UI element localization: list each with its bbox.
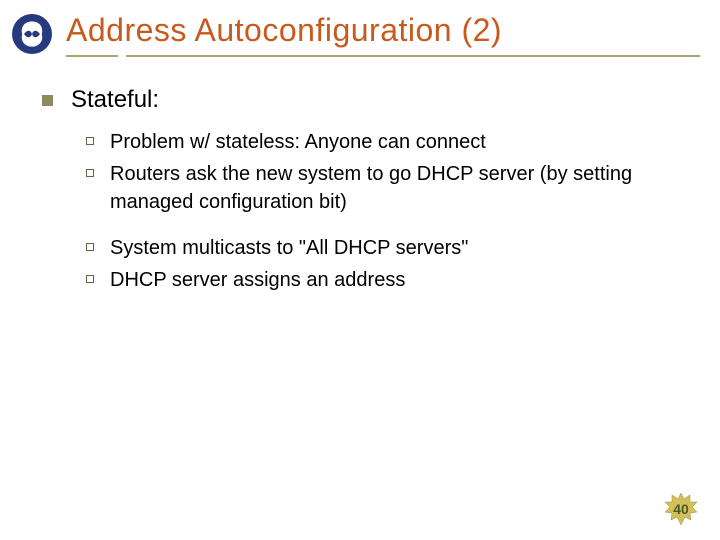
level2-text: System multicasts to "All DHCP servers": [110, 234, 468, 262]
bullet-level1: Stateful:: [42, 86, 690, 114]
content-area: Stateful: Problem w/ stateless: Anyone c…: [42, 86, 690, 298]
page-number-badge: 40: [664, 492, 698, 526]
level2-list: Problem w/ stateless: Anyone can connect…: [86, 128, 690, 294]
slide: Address Autoconfiguration (2) Stateful: …: [0, 0, 720, 540]
bullet-level2: DHCP server assigns an address: [86, 266, 690, 294]
slide-title: Address Autoconfiguration (2): [66, 12, 700, 49]
bullet-level2: System multicasts to "All DHCP servers": [86, 234, 690, 262]
bullet-marker-l2: [86, 243, 94, 251]
level2-text: Problem w/ stateless: Anyone can connect: [110, 128, 486, 156]
bullet-marker-l2: [86, 137, 94, 145]
bullet-marker-l2: [86, 275, 94, 283]
bullet-marker-l2: [86, 169, 94, 177]
bullet-marker-l1: [42, 95, 53, 106]
logo-swirl-icon: [14, 16, 50, 52]
bullet-level2: Problem w/ stateless: Anyone can connect: [86, 128, 690, 156]
level1-text: Stateful:: [71, 86, 159, 114]
org-logo: [12, 14, 52, 54]
level2-text: Routers ask the new system to go DHCP se…: [110, 160, 690, 216]
page-number: 40: [673, 501, 689, 517]
bullet-level2: Routers ask the new system to go DHCP se…: [86, 160, 690, 216]
title-underline: [66, 55, 700, 57]
level2-text: DHCP server assigns an address: [110, 266, 405, 294]
title-area: Address Autoconfiguration (2): [66, 12, 700, 57]
